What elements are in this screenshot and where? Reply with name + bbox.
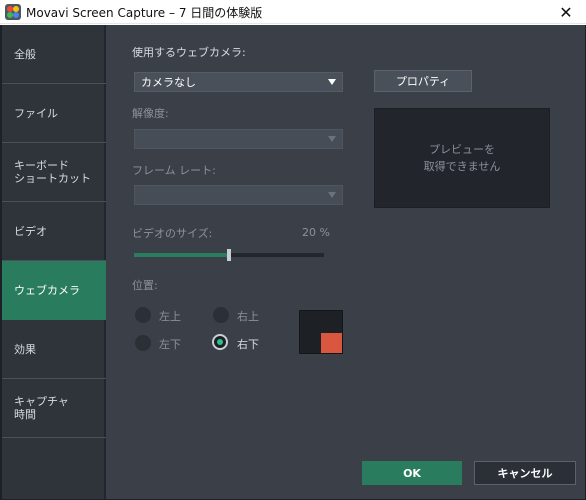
slider-thumb[interactable] [227, 249, 231, 261]
webcam-select-value: カメラなし [141, 76, 196, 89]
sidebar-item-label: ビデオ [14, 224, 47, 238]
chevron-down-icon [328, 136, 336, 142]
webcam-position-marker [321, 333, 342, 353]
webcam-preview: プレビューを 取得できません [374, 108, 550, 208]
sidebar: 全般 ファイル キーボード ショートカット ビデオ ウェブカメラ 効果 キャプチ… [2, 25, 106, 499]
radio-top-right-label: 右上 [237, 310, 259, 323]
position-label: 位置: [132, 279, 158, 292]
framerate-select[interactable] [134, 185, 343, 205]
sidebar-item-keyboard-shortcuts[interactable]: キーボード ショートカット [2, 143, 106, 202]
chevron-down-icon [328, 192, 336, 198]
ok-button[interactable]: OK [362, 461, 462, 485]
sidebar-item-label: ウェブカメラ [14, 283, 80, 297]
sidebar-item-label: 全般 [14, 47, 36, 61]
sidebar-item-label: キーボード ショートカット [14, 159, 91, 185]
close-button[interactable]: ✕ [546, 0, 586, 24]
radio-bottom-left-label: 左下 [159, 338, 181, 351]
sidebar-item-label: 効果 [14, 342, 36, 356]
resolution-select[interactable] [134, 129, 343, 149]
settings-window: 全般 ファイル キーボード ショートカット ビデオ ウェブカメラ 効果 キャプチ… [0, 25, 586, 500]
cancel-button[interactable]: キャンセル [474, 461, 576, 485]
sidebar-item-effects[interactable]: 効果 [2, 320, 106, 379]
radio-bottom-left[interactable] [135, 335, 151, 351]
radio-selected-dot [217, 339, 223, 345]
sidebar-item-label: キャプチャ 時間 [14, 395, 69, 421]
radio-top-left-label: 左上 [159, 310, 181, 323]
video-size-slider[interactable] [134, 249, 324, 261]
position-preview [299, 310, 343, 354]
radio-bottom-right[interactable] [212, 334, 228, 350]
webcam-label: 使用するウェブカメラ: [132, 46, 246, 59]
radio-top-left[interactable] [135, 307, 151, 323]
close-icon: ✕ [559, 2, 573, 22]
video-size-label: ビデオのサイズ: [132, 227, 213, 240]
radio-bottom-right-label: 右下 [237, 338, 259, 351]
resolution-label: 解像度: [132, 107, 169, 120]
sidebar-item-files[interactable]: ファイル [2, 84, 106, 143]
chevron-down-icon [328, 79, 336, 85]
sidebar-item-label: ファイル [14, 106, 58, 120]
webcam-select[interactable]: カメラなし [134, 72, 343, 92]
sidebar-item-video[interactable]: ビデオ [2, 202, 106, 261]
properties-button[interactable]: プロパティ [374, 70, 472, 92]
slider-fill [134, 253, 229, 257]
sidebar-item-general[interactable]: 全般 [2, 25, 106, 84]
framerate-label: フレーム レート: [132, 164, 216, 177]
window-title: Movavi Screen Capture – 7 日間の体験版 [26, 6, 263, 20]
radio-top-right[interactable] [213, 307, 229, 323]
title-bar: Movavi Screen Capture – 7 日間の体験版 ✕ [0, 0, 586, 24]
sidebar-item-webcam[interactable]: ウェブカメラ [2, 261, 106, 320]
video-size-value: 20 % [302, 226, 330, 239]
movavi-app-icon [5, 4, 21, 20]
sidebar-item-capture-time[interactable]: キャプチャ 時間 [2, 379, 106, 438]
